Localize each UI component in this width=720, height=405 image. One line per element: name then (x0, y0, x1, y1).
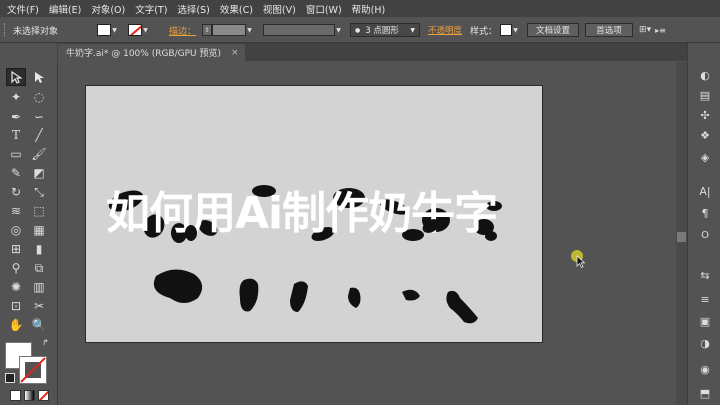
graphic-styles-icon[interactable]: ⬒ (697, 385, 713, 401)
preferences-button[interactable]: 首选项 (585, 23, 634, 37)
lasso-tool-icon[interactable]: ◌ (29, 88, 49, 106)
chevron-down-icon: ▼ (410, 26, 416, 34)
stroke-dropdown-icon[interactable]: ▼ (142, 24, 149, 36)
document-tab[interactable]: 牛奶字.ai* @ 100% (RGB/GPU 预览) × (58, 44, 245, 61)
menu-bar: 文件(F) 编辑(E) 对象(O) 文字(T) 选择(S) 效果(C) 视图(V… (0, 0, 720, 17)
stroke-color-swatch[interactable] (128, 24, 142, 36)
color-mode-icon[interactable] (10, 390, 21, 401)
style-label: 样式： (470, 26, 498, 37)
symbols-icon[interactable]: ◈ (697, 149, 713, 165)
gradient-mode-icon[interactable] (24, 390, 35, 401)
brush-dot-icon: ● (355, 26, 361, 34)
artboard[interactable]: 如何用Ai制作奶牛字 (85, 85, 543, 343)
type-tool-icon[interactable]: T (6, 126, 26, 144)
paintbrush-tool-icon[interactable]: 🖌 (29, 145, 49, 163)
hand-tool-icon[interactable]: ✋ (6, 316, 26, 334)
arrange-documents-icon[interactable]: ⊞▾ (639, 25, 651, 35)
direct-selection-tool-icon[interactable] (29, 68, 49, 86)
document-tab-bar: 牛奶字.ai* @ 100% (RGB/GPU 预览) × (57, 43, 687, 61)
perspective-grid-tool-icon[interactable]: ▦ (29, 221, 49, 239)
menu-select[interactable]: 选择(S) (171, 2, 213, 16)
zoom-tool-icon[interactable]: 🔍 (29, 316, 49, 334)
right-panel-dock: ◐ ▤ ✣ ❖ ◈ A| ¶ O ⇆ ≡ ▣ ◑ ◉ ⬒ (687, 43, 720, 405)
brushes-icon[interactable]: ❖ (697, 127, 713, 143)
document-setup-button[interactable]: 文档设置 (527, 23, 580, 37)
magic-wand-tool-icon[interactable]: ✦ (6, 88, 26, 106)
layers-icon[interactable]: A| (697, 183, 713, 199)
curvature-tool-icon[interactable]: ∽ (29, 108, 49, 126)
free-transform-tool-icon[interactable]: ⬚ (29, 202, 49, 220)
scroll-thumb[interactable] (677, 232, 686, 242)
slice-tool-icon[interactable]: ✂ (29, 297, 49, 315)
document-tab-title: 牛奶字.ai* @ 100% (RGB/GPU 预览) (66, 49, 221, 59)
none-mode-icon[interactable] (38, 390, 49, 401)
variable-width-profile[interactable] (263, 24, 336, 36)
column-graph-tool-icon[interactable]: ▥ (29, 278, 49, 296)
stroke-weight-dropdown-icon[interactable]: ▼ (246, 24, 253, 36)
menu-window[interactable]: 窗口(W) (300, 2, 346, 16)
control-bar-grip[interactable] (4, 23, 8, 37)
swap-colors-icon[interactable]: ↱ (42, 338, 49, 347)
stroke-label[interactable]: 描边： (169, 24, 196, 37)
gradient-tool-icon[interactable]: ▮ (29, 240, 49, 258)
pen-tool-icon[interactable]: ✒ (6, 108, 26, 126)
selection-tool-icon[interactable] (6, 68, 26, 86)
artboard-canvas: 如何用Ai制作奶牛字 (106, 185, 502, 324)
tools-panel: ✦ ◌ ✒ ∽ T ╱ ▭ 🖌 ✎ ◩ ↻ ⤡ ≋ ⬚ ◎ ▦ ⊞ ▮ ⚲ ⧉ … (0, 62, 58, 405)
line-segment-tool-icon[interactable]: ╱ (29, 126, 49, 144)
artboards-icon[interactable]: ⇆ (697, 267, 713, 283)
paragraph-icon[interactable]: ¶ (697, 205, 713, 221)
swatches-icon[interactable]: ✣ (697, 107, 713, 123)
default-colors-icon[interactable] (5, 373, 15, 383)
rotate-tool-icon[interactable]: ↻ (6, 183, 26, 201)
menu-help[interactable]: 帮助(H) (346, 2, 390, 16)
brush-definition-value: 3 点圆形 (365, 26, 399, 36)
mouse-cursor (571, 250, 589, 269)
close-icon[interactable]: × (231, 48, 239, 58)
appearance-icon[interactable]: ◉ (697, 361, 713, 377)
menu-object[interactable]: 对象(O) (85, 2, 129, 16)
menu-effect[interactable]: 效果(C) (214, 2, 257, 16)
width-tool-icon[interactable]: ≋ (6, 202, 26, 220)
panel-menu-icon[interactable]: ▸≡ (655, 26, 666, 35)
selection-status: 未选择对象 (13, 26, 59, 37)
rectangle-tool-icon[interactable]: ▭ (6, 145, 26, 163)
blend-tool-icon[interactable]: ⧉ (29, 259, 49, 277)
eraser-tool-icon[interactable]: ◩ (29, 164, 49, 182)
stroke-weight-stepper-icon[interactable]: ⇕ (202, 24, 213, 36)
stroke-weight-field[interactable] (212, 24, 247, 36)
color-icon[interactable]: ◐ (697, 67, 713, 83)
menu-view[interactable]: 视图(V) (257, 2, 300, 16)
opentype-icon[interactable]: O (697, 227, 713, 243)
color-guide-icon[interactable]: ▤ (697, 87, 713, 103)
profile-dropdown-icon[interactable]: ▼ (335, 24, 342, 36)
fill-dropdown-icon[interactable]: ▼ (111, 24, 118, 36)
brush-definition-select[interactable]: ● 3 点圆形 ▼ (350, 23, 421, 37)
stroke-icon[interactable]: ≡ (697, 291, 713, 307)
graphic-style-swatch[interactable] (500, 24, 513, 36)
stroke-box[interactable] (19, 356, 47, 384)
artboard-headline[interactable]: 如何用Ai制作奶牛字 (106, 188, 498, 239)
scale-tool-icon[interactable]: ⤡ (29, 183, 49, 201)
fill-color-swatch[interactable] (97, 24, 111, 36)
opacity-label[interactable]: 不透明度 (428, 24, 462, 36)
transparency-icon[interactable]: ◑ (697, 335, 713, 351)
gradient-icon[interactable]: ▣ (697, 313, 713, 329)
cow-spots-samples (153, 269, 478, 324)
eyedropper-tool-icon[interactable]: ⚲ (6, 259, 26, 277)
shaper-tool-icon[interactable]: ✎ (6, 164, 26, 182)
artboard-tool-icon[interactable]: ⊡ (6, 297, 26, 315)
mesh-tool-icon[interactable]: ⊞ (6, 240, 26, 258)
menu-edit[interactable]: 编辑(E) (43, 2, 85, 16)
control-bar: 未选择对象 ▼ ▼ 描边： ⇕ ▼ ▼ ● 3 点圆形 ▼ 不透明度 样式： ▼… (0, 18, 720, 43)
shape-builder-tool-icon[interactable]: ◎ (6, 221, 26, 239)
vertical-scrollbar[interactable] (676, 62, 687, 405)
symbol-sprayer-tool-icon[interactable]: ✺ (6, 278, 26, 296)
menu-type[interactable]: 文字(T) (129, 2, 171, 16)
menu-file[interactable]: 文件(F) (0, 2, 43, 16)
style-dropdown-icon[interactable]: ▼ (512, 24, 519, 36)
